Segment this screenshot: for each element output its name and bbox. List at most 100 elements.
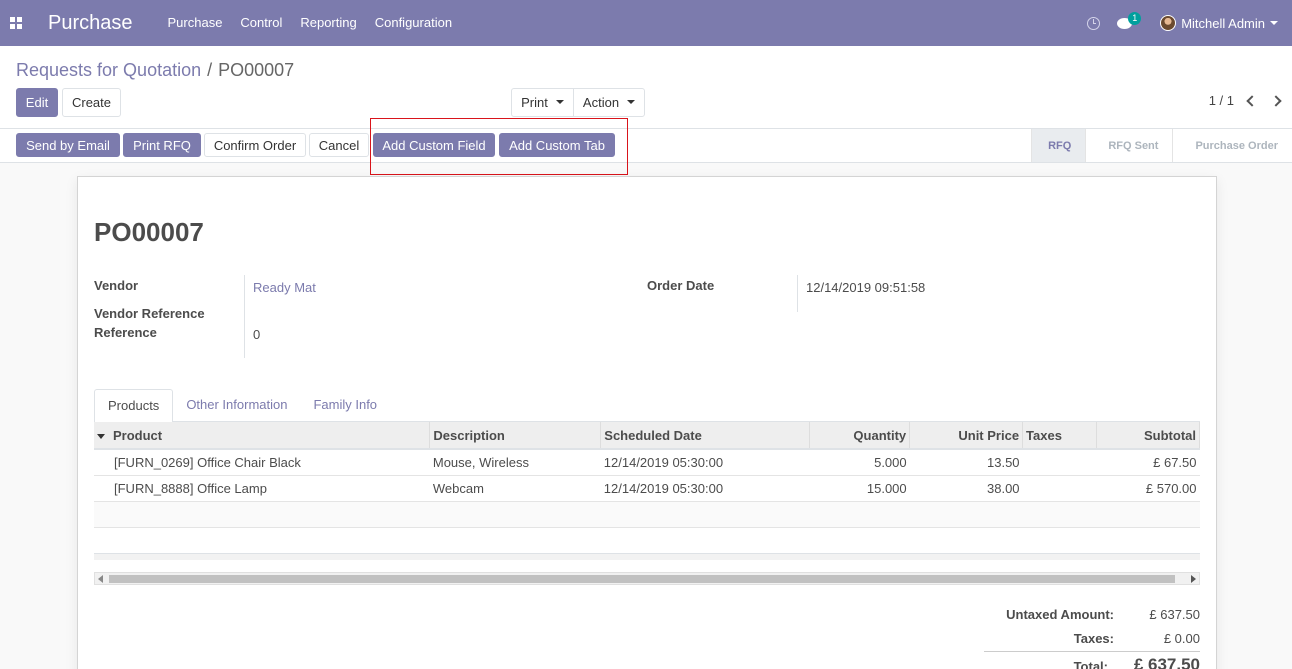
column-taxes[interactable]: Taxes <box>1022 422 1097 450</box>
taxes-label: Taxes: <box>1073 631 1114 646</box>
main-menu: Purchase Control Reporting Configuration <box>159 0 462 46</box>
user-name: Mitchell Admin <box>1181 15 1265 31</box>
column-quantity[interactable]: Quantity <box>809 422 911 450</box>
app-brand[interactable]: Purchase <box>48 12 133 35</box>
add-custom-field-button[interactable]: Add Custom Field <box>373 133 495 157</box>
stage-purchase-order[interactable]: Purchase Order <box>1172 129 1292 162</box>
cell-taxes <box>1022 475 1097 502</box>
table-row[interactable]: [FURN_8888] Office Lamp Webcam 12/14/201… <box>94 475 1200 502</box>
breadcrumb-separator: / <box>207 60 213 80</box>
table-header-row: Product Description Scheduled Date Quant… <box>94 422 1200 450</box>
cell-unit-price: 38.00 <box>909 475 1023 502</box>
add-custom-tab-button[interactable]: Add Custom Tab <box>499 133 615 157</box>
field-divider <box>797 275 798 312</box>
tab-other-information[interactable]: Other Information <box>173 389 300 421</box>
breadcrumb: Requests for Quotation / PO00007 <box>16 60 294 81</box>
notebook-tabs: Products Other Information Family Info <box>94 389 1200 423</box>
scroll-left-icon[interactable] <box>98 575 103 583</box>
caret-down-icon <box>627 99 636 104</box>
top-navbar: Purchase Purchase Control Reporting Conf… <box>0 0 1292 46</box>
send-by-email-button[interactable]: Send by Email <box>16 133 120 157</box>
reference-value: 0 <box>253 327 261 342</box>
create-button[interactable]: Create <box>62 88 121 117</box>
menu-reporting[interactable]: Reporting <box>291 0 365 46</box>
messages-count-badge: 1 <box>1128 11 1142 25</box>
column-subtotal[interactable]: Subtotal <box>1096 422 1200 450</box>
action-dropdown[interactable]: Action <box>573 88 645 117</box>
vendor-label: Vendor <box>94 278 139 293</box>
page-title: PO00007 <box>94 217 204 247</box>
column-unit-price[interactable]: Unit Price <box>909 422 1024 450</box>
empty-row <box>94 501 1200 528</box>
chevron-left-icon[interactable] <box>1246 94 1258 107</box>
cell-subtotal: £ 67.50 <box>1096 449 1200 476</box>
stage-rfq-sent[interactable]: RFQ Sent <box>1085 129 1172 162</box>
stage-rfq[interactable]: RFQ <box>1031 129 1086 162</box>
scrollbar-thumb[interactable] <box>109 575 1175 583</box>
cell-description: Webcam <box>429 475 601 502</box>
untaxed-amount-label: Untaxed Amount: <box>1006 607 1114 622</box>
pager-value[interactable]: 1 / 1 <box>1209 93 1234 108</box>
totals-divider <box>984 651 1200 652</box>
breadcrumb-current: PO00007 <box>218 60 295 80</box>
action-label: Action <box>582 95 620 110</box>
column-description[interactable]: Description <box>429 422 602 450</box>
order-date-label: Order Date <box>647 278 715 293</box>
total-value: £ 637.50 <box>1133 655 1200 669</box>
horizontal-scrollbar[interactable] <box>94 572 1200 585</box>
column-product[interactable]: Product <box>94 422 431 450</box>
user-menu[interactable]: Mitchell Admin <box>1160 15 1278 31</box>
vendor-reference-label: Vendor Reference <box>94 306 205 321</box>
order-date-value: 12/14/2019 09:51:58 <box>806 280 926 295</box>
stage-pipeline: RFQ RFQ Sent Purchase Order <box>1031 129 1292 162</box>
cell-quantity: 15.000 <box>809 475 910 502</box>
pager: 1 / 1 <box>1209 93 1282 108</box>
menu-control[interactable]: Control <box>231 0 291 46</box>
chevron-right-icon[interactable] <box>1270 94 1282 107</box>
table-footer <box>94 553 1200 560</box>
activity-clock-icon[interactable] <box>1087 16 1101 30</box>
cell-description: Mouse, Wireless <box>429 449 601 476</box>
cell-scheduled-date: 12/14/2019 05:30:00 <box>600 475 810 502</box>
print-dropdown[interactable]: Print <box>511 88 574 117</box>
cell-taxes <box>1022 449 1097 476</box>
cell-product: [FURN_0269] Office Chair Black <box>94 449 430 476</box>
sort-caret-icon <box>97 433 105 439</box>
edit-button[interactable]: Edit <box>16 88 58 117</box>
table-row[interactable]: [FURN_0269] Office Chair Black Mouse, Wi… <box>94 449 1200 476</box>
empty-cell <box>94 501 1200 528</box>
tab-family-info[interactable]: Family Info <box>300 389 390 421</box>
cell-quantity: 5.000 <box>809 449 910 476</box>
breadcrumb-parent[interactable]: Requests for Quotation <box>16 60 201 81</box>
print-rfq-button[interactable]: Print RFQ <box>123 133 201 157</box>
column-label: Product <box>113 427 163 443</box>
caret-down-icon <box>555 99 564 104</box>
cell-product: [FURN_8888] Office Lamp <box>94 475 430 502</box>
avatar <box>1160 15 1177 31</box>
control-panel: Requests for Quotation / PO00007 Edit Cr… <box>0 46 1292 129</box>
tab-products[interactable]: Products <box>94 389 174 423</box>
status-bar: Send by Email Print RFQ Confirm Order Ca… <box>0 129 1292 163</box>
messaging-menu[interactable]: 1 <box>1117 11 1142 29</box>
field-divider <box>244 275 245 358</box>
order-lines-table: Product Description Scheduled Date Quant… <box>94 422 1200 528</box>
cell-subtotal: £ 570.00 <box>1096 475 1200 502</box>
vendor-value[interactable]: Ready Mat <box>253 280 316 295</box>
column-scheduled-date[interactable]: Scheduled Date <box>600 422 811 450</box>
caret-down-icon <box>1270 21 1278 25</box>
cancel-button[interactable]: Cancel <box>309 133 369 157</box>
reference-label: Reference <box>94 325 157 340</box>
apps-menu-icon[interactable] <box>0 0 32 46</box>
cell-unit-price: 13.50 <box>909 449 1023 476</box>
navbar-systray: 1 Mitchell Admin <box>1087 0 1292 46</box>
confirm-order-button[interactable]: Confirm Order <box>204 133 306 157</box>
form-sheet: PO00007 Vendor Ready Mat Vendor Referenc… <box>77 176 1217 669</box>
menu-configuration[interactable]: Configuration <box>366 0 461 46</box>
cell-scheduled-date: 12/14/2019 05:30:00 <box>600 449 810 476</box>
scroll-right-icon[interactable] <box>1191 575 1196 583</box>
print-label: Print <box>521 95 548 110</box>
menu-purchase[interactable]: Purchase <box>159 0 232 46</box>
total-label: Total: <box>1073 659 1108 669</box>
taxes-value: £ 0.00 <box>1163 631 1200 646</box>
untaxed-amount-value: £ 637.50 <box>1149 607 1200 622</box>
